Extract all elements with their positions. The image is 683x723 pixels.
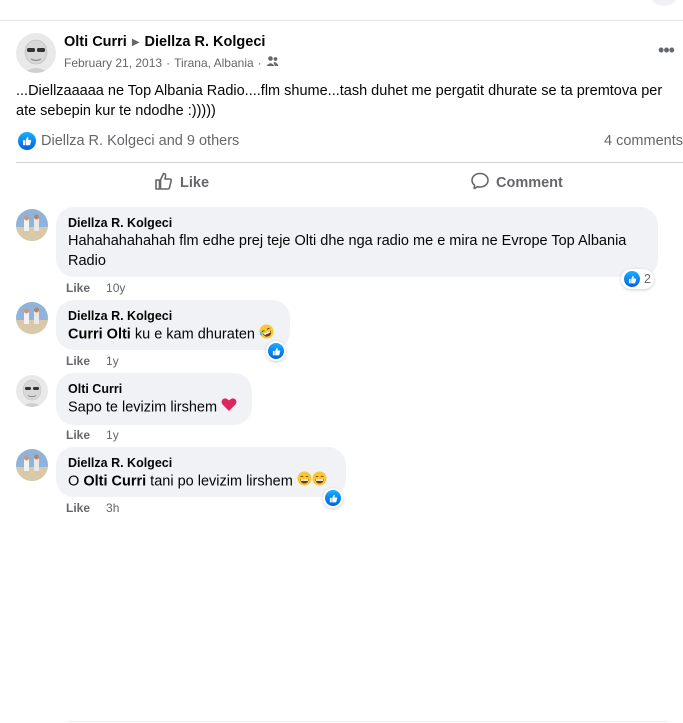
commenter-avatar[interactable]	[16, 449, 48, 481]
comment-actions: Like 3h	[66, 501, 119, 515]
comment-body: Sapo te levizim lirshem	[68, 399, 218, 416]
like-icon	[154, 171, 174, 195]
post-location[interactable]: Tirana, Albania	[174, 56, 254, 70]
more-icon[interactable]: •••	[654, 40, 678, 60]
comment-reaction[interactable]	[266, 341, 286, 361]
comment-time[interactable]: 1y	[106, 354, 119, 368]
commenter-avatar[interactable]	[16, 375, 48, 407]
post-date[interactable]: February 21, 2013	[64, 56, 162, 70]
post-text: ...Diellzaaaaa ne Top Albania Radio....f…	[16, 83, 663, 119]
heart-emoji	[221, 397, 237, 418]
like-reaction-icon	[624, 271, 640, 287]
bottom-divider	[68, 721, 668, 722]
comment-author[interactable]: Olti Curri	[68, 381, 240, 397]
like-button[interactable]: Like	[154, 172, 209, 194]
top-divider	[0, 20, 683, 21]
comment-like-link[interactable]: Like	[66, 501, 90, 515]
comment-mention[interactable]: Olti Curri	[83, 473, 146, 489]
grin-emoji	[297, 471, 312, 492]
post-author-line: Olti Curri ▶ Diellza R. Kolgeci	[64, 34, 265, 50]
comment-text: Hahahahahahah flm edhe prej teje Olti dh…	[68, 233, 627, 269]
comment-time[interactable]: 10y	[106, 281, 125, 295]
comments-count[interactable]: 4 comments	[604, 133, 683, 149]
comment-button[interactable]: Comment	[470, 172, 563, 194]
comment-icon	[470, 171, 490, 195]
meta-separator: ·	[166, 55, 171, 70]
post-author-avatar[interactable]	[16, 33, 56, 73]
comment-author[interactable]: Diellza R. Kolgeci	[68, 455, 334, 471]
comment-bubble: Diellza R. Kolgeci Hahahahahahah flm edh…	[56, 207, 658, 277]
friends-icon	[266, 55, 279, 70]
comment-reaction-count[interactable]: 2	[621, 269, 654, 289]
comment-bubble: Diellza R. Kolgeci Curri Olti ku e kam d…	[56, 300, 290, 350]
reaction-count: 2	[644, 272, 651, 286]
comment-text: Sapo te levizim lirshem	[68, 397, 240, 418]
comment-like-link[interactable]: Like	[66, 428, 90, 442]
comment-author[interactable]: Diellza R. Kolgeci	[68, 215, 646, 231]
comment-like-link[interactable]: Like	[66, 281, 90, 295]
comment-reaction[interactable]	[323, 488, 343, 508]
comment-actions: Like 1y	[66, 354, 119, 368]
like-reaction-icon[interactable]	[18, 132, 36, 150]
comment-like-link[interactable]: Like	[66, 354, 90, 368]
like-reaction-icon	[268, 343, 284, 359]
comment-text: Curri Olti ku e kam dhuraten	[68, 324, 278, 345]
shared-to-arrow-icon: ▶	[131, 36, 140, 48]
comment-label: Comment	[496, 175, 563, 191]
comment-mention[interactable]: Curri Olti	[68, 326, 131, 342]
comment-author[interactable]: Diellza R. Kolgeci	[68, 308, 278, 324]
actions-divider	[16, 162, 683, 163]
comment-prefix: O	[68, 473, 84, 490]
reactions-row: Diellza R. Kolgeci and 9 others 4 commen…	[16, 131, 683, 153]
like-reaction-icon	[325, 490, 341, 506]
comment-time[interactable]: 1y	[106, 428, 119, 442]
post-target-name[interactable]: Diellza R. Kolgeci	[145, 34, 266, 50]
comment-body: tani po levizim lirshem	[146, 473, 293, 490]
comment-bubble: Diellza R. Kolgeci O Olti Curri tani po …	[56, 447, 346, 497]
reaction-summary[interactable]: Diellza R. Kolgeci and 9 others	[41, 133, 239, 149]
comment-bubble: Olti Curri Sapo te levizim lirshem	[56, 373, 252, 425]
like-label: Like	[180, 175, 210, 191]
comment-actions: Like 10y	[66, 281, 125, 295]
post-meta: February 21, 2013 · Tirana, Albania ·	[64, 55, 279, 70]
top-menu-button[interactable]	[648, 0, 680, 6]
commenter-avatar[interactable]	[16, 302, 48, 334]
post-author-name[interactable]: Olti Curri	[64, 34, 127, 50]
comment-text: O Olti Curri tani po levizim lirshem	[68, 471, 334, 492]
meta-separator: ·	[257, 55, 262, 70]
comment-time[interactable]: 3h	[106, 501, 119, 515]
grin-emoji	[312, 471, 327, 492]
commenter-avatar[interactable]	[16, 209, 48, 241]
comment-body: ku e kam dhuraten	[130, 326, 255, 343]
comment-actions: Like 1y	[66, 428, 119, 442]
